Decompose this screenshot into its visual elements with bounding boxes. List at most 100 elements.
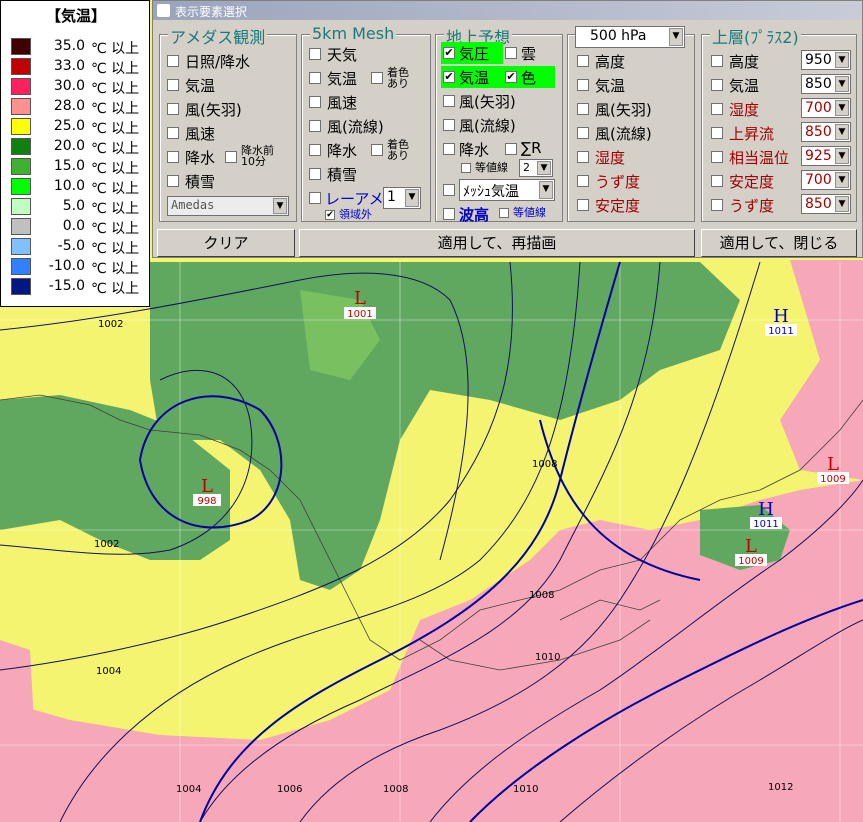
- amedas-wind-checkbox[interactable]: [167, 103, 179, 115]
- mesh-precip-checkbox[interactable]: [309, 144, 321, 156]
- chevron-down-icon[interactable]: ▼: [835, 148, 849, 164]
- legend-swatch: [11, 98, 31, 115]
- chevron-down-icon[interactable]: ▼: [835, 76, 849, 92]
- upper-temp-select[interactable]: 850 ▼: [801, 74, 851, 94]
- surface-meshtemp-select[interactable]: ﾒｯｼｭ気温 ▼: [459, 179, 555, 201]
- surface-precip-checkbox[interactable]: [443, 143, 455, 155]
- upper-temp-label: 気温: [729, 77, 760, 95]
- amedas-precip10-checkbox[interactable]: [225, 151, 237, 163]
- legend-unit: ℃ 以上: [91, 61, 140, 77]
- mesh-temp-color-checkbox[interactable]: [371, 72, 383, 84]
- chevron-down-icon[interactable]: ▼: [537, 161, 551, 175]
- mesh-precip-color-checkbox[interactable]: [371, 144, 383, 156]
- surface-streamline-checkbox[interactable]: [443, 119, 455, 131]
- surface-cloud-label: 雲: [521, 45, 537, 63]
- upper-vorticity-select[interactable]: 850 ▼: [801, 194, 851, 214]
- legend-row: 20.0 ℃ 以上: [11, 137, 149, 157]
- mesh-weather-checkbox[interactable]: [309, 48, 321, 60]
- mesh-radar-select[interactable]: 1 ▼: [383, 187, 421, 209]
- legend-value: 5.0: [62, 198, 85, 214]
- upper-theta-e-label: 相当温位: [729, 149, 790, 167]
- surface-sigma-checkbox[interactable]: [505, 143, 517, 155]
- chevron-down-icon[interactable]: ▼: [669, 28, 683, 46]
- high-value-2: 1011: [753, 519, 778, 530]
- upper-updraft-checkbox[interactable]: [711, 127, 723, 139]
- surface-wind-checkbox[interactable]: [443, 95, 455, 107]
- surface-cloud-checkbox[interactable]: [505, 47, 517, 59]
- legend-row: 35.0 ℃ 以上: [11, 37, 149, 57]
- level500-humidity-checkbox[interactable]: [577, 151, 589, 163]
- chevron-down-icon[interactable]: ▼: [835, 172, 849, 188]
- dialog-titlebar[interactable]: 表示要素選択: [153, 1, 862, 20]
- mesh-streamline-checkbox[interactable]: [309, 120, 321, 132]
- legend-swatch: [11, 178, 31, 195]
- upper-height-checkbox[interactable]: [711, 55, 723, 67]
- level500-height-checkbox[interactable]: [577, 55, 589, 67]
- amedas-windspeed-checkbox[interactable]: [167, 127, 179, 139]
- amedas-temp-checkbox[interactable]: [167, 79, 179, 91]
- upper-humidity-checkbox[interactable]: [711, 103, 723, 115]
- chevron-down-icon[interactable]: ▼: [835, 196, 849, 212]
- chevron-down-icon[interactable]: ▼: [405, 189, 419, 207]
- mesh-temp-checkbox[interactable]: [309, 72, 321, 84]
- surface-wave-iso-checkbox[interactable]: [499, 208, 509, 218]
- mesh-windspeed-checkbox[interactable]: [309, 96, 321, 108]
- upper-theta-e-checkbox[interactable]: [711, 151, 723, 163]
- chevron-down-icon[interactable]: ▼: [273, 198, 287, 214]
- chevron-down-icon[interactable]: ▼: [835, 124, 849, 140]
- low-value-1: 1001: [347, 309, 372, 320]
- temperature-legend: 【気温】 35.0 ℃ 以上 33.0 ℃ 以上 30.0 ℃ 以上 28.0 ℃ 以上…: [0, 0, 150, 307]
- level500-vorticity-checkbox[interactable]: [577, 175, 589, 187]
- chevron-down-icon[interactable]: ▼: [835, 100, 849, 116]
- legend-value: 25.0: [53, 118, 85, 134]
- upper-vorticity-value: 850: [805, 196, 832, 212]
- chevron-down-icon[interactable]: ▼: [539, 181, 553, 199]
- upper-vorticity-checkbox[interactable]: [711, 199, 723, 211]
- surface-meshtemp-checkbox[interactable]: [443, 184, 455, 196]
- clear-button[interactable]: クリア: [157, 229, 295, 257]
- upper-temp-checkbox[interactable]: [711, 79, 723, 91]
- isobar-label: 1008: [529, 590, 554, 601]
- low-value-3: 1009: [738, 556, 763, 567]
- upper-updraft-select[interactable]: 850 ▼: [801, 122, 851, 142]
- level500-temp-label: 気温: [595, 77, 626, 95]
- level500-temp-checkbox[interactable]: [577, 79, 589, 91]
- surface-isoline-checkbox[interactable]: [461, 163, 471, 173]
- level500-stability-checkbox[interactable]: [577, 199, 589, 211]
- amedas-precip10-label: 降水前10分: [241, 144, 274, 168]
- amedas-windspeed-label: 風速: [185, 125, 216, 143]
- level500-wind-checkbox[interactable]: [577, 103, 589, 115]
- legend-row: 30.0 ℃ 以上: [11, 77, 149, 97]
- amedas-snow-checkbox[interactable]: [167, 175, 179, 187]
- amedas-precip-checkbox[interactable]: [167, 151, 179, 163]
- upper-theta-e-select[interactable]: 925 ▼: [801, 146, 851, 166]
- surface-pressure-checkbox[interactable]: ✔: [443, 47, 455, 59]
- legend-value: 33.0: [53, 58, 85, 74]
- chevron-down-icon[interactable]: ▼: [835, 52, 849, 68]
- isobar-label: 1010: [535, 652, 560, 663]
- mesh-outside-checkbox[interactable]: ✔: [325, 210, 335, 220]
- mesh-radar-value: 1: [387, 189, 396, 205]
- amedas-source-select[interactable]: Amedas ▼: [167, 196, 289, 216]
- legend-value: -5.0: [57, 238, 85, 254]
- surface-color-checkbox[interactable]: ✔: [505, 71, 517, 83]
- upper-stability-checkbox[interactable]: [711, 175, 723, 187]
- upper-height-select[interactable]: 950 ▼: [801, 50, 851, 70]
- surface-wind-label: 風(矢羽): [459, 93, 516, 111]
- apply-close-button[interactable]: 適用して、閉じる: [701, 229, 857, 257]
- legend-unit: ℃ 以上: [91, 141, 140, 157]
- mesh-snow-checkbox[interactable]: [309, 168, 321, 180]
- upper-humidity-select[interactable]: 700 ▼: [801, 98, 851, 118]
- surface-temp-checkbox[interactable]: ✔: [443, 71, 455, 83]
- legend-unit: ℃ 以上: [91, 221, 140, 237]
- surface-wave-checkbox[interactable]: [443, 208, 455, 220]
- legend-swatch: [11, 58, 31, 75]
- apply-redraw-button[interactable]: 適用して、再描画: [299, 229, 695, 257]
- level500-streamline-checkbox[interactable]: [577, 127, 589, 139]
- amedas-wind-label: 風(矢羽): [185, 101, 242, 119]
- level500-select[interactable]: 500 hPa ▼: [575, 26, 685, 48]
- amedas-sunshine-checkbox[interactable]: [167, 55, 179, 67]
- surface-isoline-select[interactable]: 2 ▼: [519, 159, 553, 177]
- upper-stability-select[interactable]: 700 ▼: [801, 170, 851, 190]
- mesh-radar-checkbox[interactable]: [309, 192, 321, 204]
